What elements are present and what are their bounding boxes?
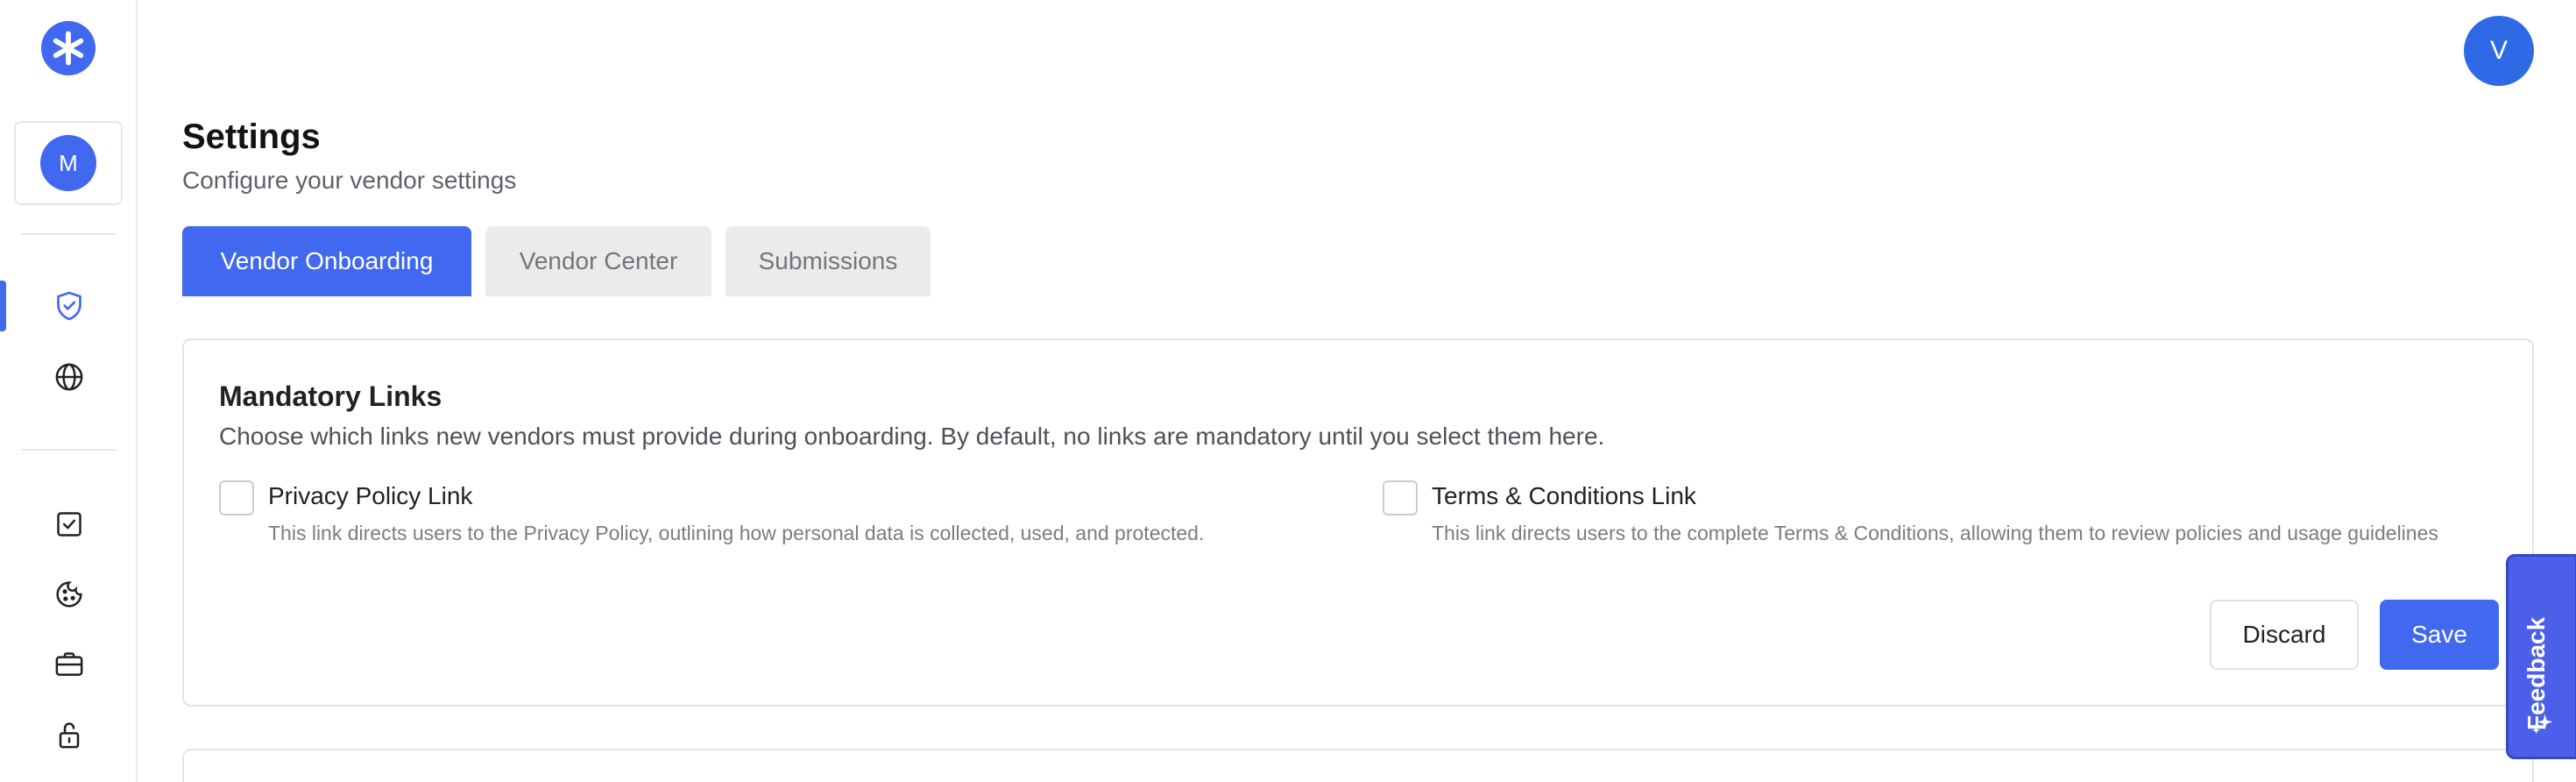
sidebar-item-tasks[interactable] xyxy=(0,498,138,551)
shield-check-icon xyxy=(56,291,81,321)
sidebar-item-vendors[interactable] xyxy=(0,638,138,691)
cookie-icon xyxy=(55,581,82,608)
mandatory-links-card: Mandatory Links Choose which links new v… xyxy=(182,338,2534,707)
page-subtitle: Configure your vendor settings xyxy=(182,167,517,194)
page-title: Settings xyxy=(182,117,321,156)
tab-vendor-onboarding[interactable]: Vendor Onboarding xyxy=(182,226,471,296)
terms-conditions-help: This link directs users to the complete … xyxy=(1432,522,2438,544)
asterisk-logo-icon[interactable] xyxy=(41,21,96,75)
feedback-button[interactable]: Feedback xyxy=(2506,554,2576,759)
discard-button[interactable]: Discard xyxy=(2210,600,2359,670)
globe-icon xyxy=(55,363,82,391)
tab-submissions[interactable]: Submissions xyxy=(725,226,931,296)
org-switcher[interactable]: M xyxy=(14,121,123,205)
save-button[interactable]: Save xyxy=(2380,600,2499,670)
checkbox-icon xyxy=(56,512,81,537)
sidebar-item-web[interactable] xyxy=(0,351,138,403)
sidebar: M xyxy=(0,0,138,782)
card-description: Choose which links new vendors must prov… xyxy=(219,423,1605,450)
privacy-policy-help: This link directs users to the Privacy P… xyxy=(268,522,1205,544)
privacy-policy-checkbox[interactable] xyxy=(219,480,254,515)
briefcase-icon xyxy=(55,652,82,676)
card-title: Mandatory Links xyxy=(219,380,442,412)
sidebar-divider xyxy=(21,233,116,235)
privacy-policy-label[interactable]: Privacy Policy Link xyxy=(268,482,472,510)
sparkle-icon xyxy=(2532,714,2553,735)
tab-vendor-center[interactable]: Vendor Center xyxy=(485,226,711,296)
next-settings-card xyxy=(182,749,2534,782)
unlock-icon xyxy=(59,722,79,749)
org-avatar: M xyxy=(40,135,96,191)
terms-conditions-checkbox[interactable] xyxy=(1383,480,1418,515)
sidebar-item-access[interactable] xyxy=(0,708,138,761)
sidebar-divider xyxy=(21,449,116,451)
user-avatar[interactable]: V xyxy=(2464,16,2534,86)
sidebar-item-security[interactable] xyxy=(0,280,138,332)
sidebar-item-cookies[interactable] xyxy=(0,568,138,621)
terms-conditions-label[interactable]: Terms & Conditions Link xyxy=(1432,482,1696,510)
